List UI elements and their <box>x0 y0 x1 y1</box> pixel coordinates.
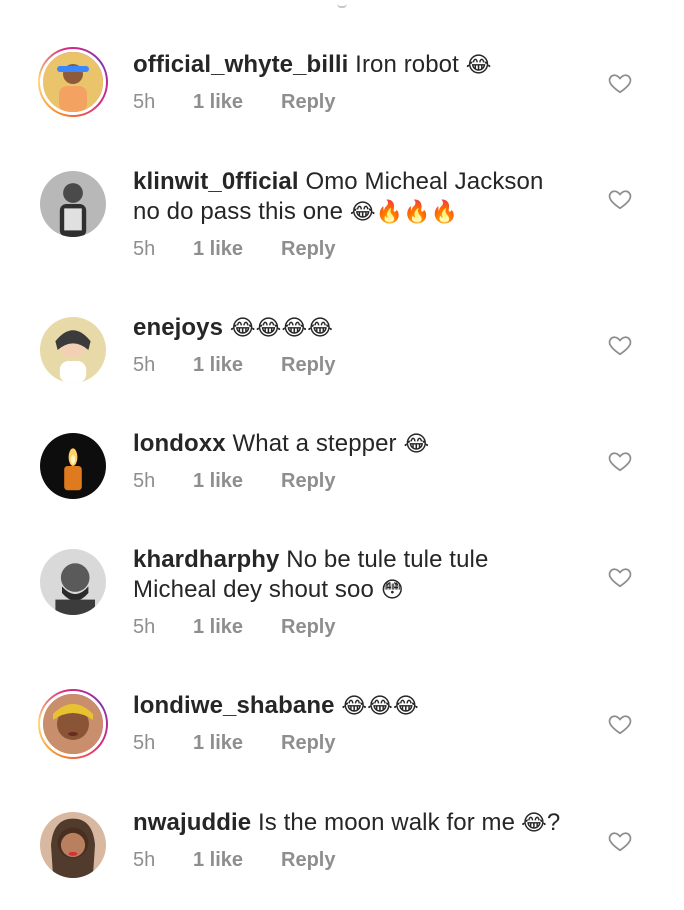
avatar-story-ring[interactable] <box>38 689 108 759</box>
comment-suffix: ? <box>546 809 561 836</box>
comment-likes[interactable]: 1 like <box>193 732 281 755</box>
comment-body: klinwit_0fficial Omo Micheal Jackson no … <box>133 167 573 261</box>
heart-outline-icon[interactable] <box>607 828 633 854</box>
comment-emoji: 😂 <box>465 53 492 78</box>
comment-username[interactable]: official_whyte_billi <box>133 51 348 78</box>
comment-emoji: 😂😂😂 <box>341 694 419 719</box>
comment-emoji: 😂🔥🔥🔥 <box>349 200 459 225</box>
comment-text: khardharphy No be tule tule tule Micheal… <box>133 545 573 606</box>
comment-time: 5h <box>133 354 156 376</box>
comment-username[interactable]: londoxx <box>133 430 226 457</box>
comment-likes[interactable]: 1 like <box>193 354 281 377</box>
avatar <box>40 691 106 757</box>
heart-outline-icon[interactable] <box>607 186 633 212</box>
comment-message: Iron robot <box>355 51 459 78</box>
comment-time: 5h <box>133 238 156 260</box>
heart-outline-icon[interactable] <box>607 448 633 474</box>
heart-outline-icon[interactable] <box>607 564 633 590</box>
comment-time: 5h <box>133 91 156 113</box>
heart-outline-icon[interactable] <box>607 70 633 96</box>
comment-emoji: 😂 <box>403 432 430 457</box>
comment-text: londoxx What a stepper 😂 <box>133 429 573 460</box>
comment-likes[interactable]: 1 like <box>193 616 281 639</box>
reply-button[interactable]: Reply <box>281 238 335 261</box>
comment-time: 5h <box>133 616 156 638</box>
reply-button[interactable]: Reply <box>281 616 335 639</box>
comment-emoji: 😂😂😂😂 <box>229 316 334 341</box>
avatar-container[interactable] <box>38 810 108 880</box>
comment-body: enejoys 😂😂😂😂 5h 1 like Reply <box>133 313 573 377</box>
avatar <box>40 549 106 615</box>
comment-time: 5h <box>133 732 156 754</box>
comment-username[interactable]: londiwe_shabane <box>133 692 335 719</box>
comment-text: nwajuddie Is the moon walk for me 😂? <box>133 808 573 839</box>
avatar <box>40 49 106 115</box>
reply-button[interactable]: Reply <box>281 470 335 493</box>
reply-button[interactable]: Reply <box>281 732 335 755</box>
comment-likes[interactable]: 1 like <box>193 91 281 114</box>
heart-outline-icon[interactable] <box>607 711 633 737</box>
comment-username[interactable]: enejoys <box>133 314 223 341</box>
comment-meta: 5h 1 like Reply <box>133 732 573 755</box>
comment-likes[interactable]: 1 like <box>193 238 281 261</box>
comment-username[interactable]: klinwit_0fficial <box>133 168 299 195</box>
comment-body: londiwe_shabane 😂😂😂 5h 1 like Reply <box>133 691 573 755</box>
comment-text: official_whyte_billi Iron robot 😂 <box>133 50 573 81</box>
avatar-container[interactable] <box>38 315 108 385</box>
reply-button[interactable]: Reply <box>281 91 335 114</box>
avatar-container[interactable] <box>38 547 108 617</box>
comment-meta: 5h 1 like Reply <box>133 91 573 114</box>
comment-emoji: 😳 <box>380 578 404 603</box>
comment-text: klinwit_0fficial Omo Micheal Jackson no … <box>133 167 573 228</box>
avatar <box>40 171 106 237</box>
heart-outline-icon[interactable] <box>607 332 633 358</box>
comment-meta: 5h 1 like Reply <box>133 354 573 377</box>
comment-meta: 5h 1 like Reply <box>133 238 573 261</box>
comment-meta: 5h 1 like Reply <box>133 470 573 493</box>
avatar <box>40 317 106 383</box>
avatar-container[interactable] <box>38 431 108 501</box>
comment-username[interactable]: khardharphy <box>133 546 279 573</box>
avatar-story-ring[interactable] <box>38 47 108 117</box>
comment-time: 5h <box>133 470 156 492</box>
comment-body: khardharphy No be tule tule tule Micheal… <box>133 545 573 639</box>
comment-text: londiwe_shabane 😂😂😂 <box>133 691 573 722</box>
comment-message: Is the moon walk for me <box>258 809 516 836</box>
avatar <box>40 433 106 499</box>
comment-likes[interactable]: 1 like <box>193 849 281 872</box>
comment-time: 5h <box>133 849 156 871</box>
comment-likes[interactable]: 1 like <box>193 470 281 493</box>
scroll-edge-indicator <box>337 0 347 8</box>
comment-body: official_whyte_billi Iron robot 😂 5h 1 l… <box>133 50 573 114</box>
comment-username[interactable]: nwajuddie <box>133 809 251 836</box>
comment-meta: 5h 1 like Reply <box>133 849 573 872</box>
comment-meta: 5h 1 like Reply <box>133 616 573 639</box>
comment-body: nwajuddie Is the moon walk for me 😂? 5h 1… <box>133 808 573 872</box>
comment-body: londoxx What a stepper 😂 5h 1 like Reply <box>133 429 573 493</box>
comment-message: What a stepper <box>232 430 397 457</box>
comment-text: enejoys 😂😂😂😂 <box>133 313 573 344</box>
avatar <box>40 812 106 878</box>
comment-emoji: 😂 <box>521 811 547 836</box>
reply-button[interactable]: Reply <box>281 354 335 377</box>
reply-button[interactable]: Reply <box>281 849 335 872</box>
avatar-container[interactable] <box>38 169 108 239</box>
